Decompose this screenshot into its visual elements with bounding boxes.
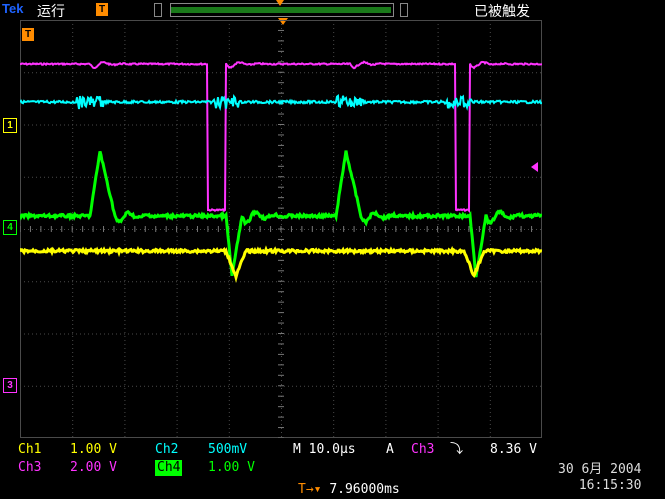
top-status-bar: Tek 运行 T 已被触发 (0, 0, 665, 20)
ch2-trace (20, 93, 542, 112)
time-label: 16:15:30 (578, 478, 642, 493)
waveform-display (20, 20, 542, 438)
trigger-level-marker-icon (531, 162, 538, 172)
ch1-scale[interactable]: 1.00 V (70, 442, 117, 458)
trigger-level[interactable]: 8.36 V (490, 442, 537, 458)
record-trigger-pointer-icon (276, 0, 284, 6)
run-state-label: 运行 (37, 4, 65, 20)
record-left-bracket (154, 3, 162, 17)
ch4-trace (20, 150, 542, 278)
ch2-scale[interactable]: 500mV (208, 442, 247, 458)
ch1-label[interactable]: Ch1 (18, 442, 41, 458)
ch4-scale[interactable]: 1.00 V (208, 460, 255, 476)
ch4-label[interactable]: Ch4 (155, 460, 183, 476)
status-row-1: Ch1 1.00 V Ch2 500mV M 10.0µs A Ch3 ⤵ 8.… (18, 442, 658, 458)
ch1-marker[interactable]: 1 (3, 118, 17, 133)
trigger-position-readout[interactable]: T→▾ 7.96000ms (298, 482, 400, 497)
trigger-status-label: 已被触发 (474, 4, 530, 20)
date-label: 30 6月 2004 (558, 462, 642, 477)
trigger-marker-icon: T (22, 28, 34, 41)
falling-edge-icon: ⤵ (450, 442, 464, 457)
status-row-2: Ch3 2.00 V Ch4 1.00 V (18, 460, 318, 476)
trigger-mode: A (386, 442, 394, 457)
timebase-value[interactable]: M 10.0µs (293, 442, 356, 458)
trigger-source[interactable]: Ch3 (411, 442, 434, 458)
trigger-position-icon: T→▾ (298, 482, 322, 497)
trigger-position-badge: T (96, 3, 108, 16)
ch4-marker[interactable]: 4 (3, 220, 17, 235)
record-length-bar (170, 0, 394, 17)
ch2-label[interactable]: Ch2 (155, 442, 178, 458)
record-right-bracket (400, 3, 408, 17)
brand-logo: Tek (2, 1, 24, 16)
trigger-position-value: 7.96000ms (329, 482, 400, 497)
ch1-trace (20, 245, 542, 283)
ch3-label[interactable]: Ch3 (18, 460, 41, 476)
ch3-scale[interactable]: 2.00 V (70, 460, 117, 476)
graticule (20, 20, 542, 438)
record-window (171, 7, 391, 13)
ch3-marker[interactable]: 3 (3, 378, 17, 393)
datetime-display: 30 6月 2004 16:15:30 (558, 462, 641, 494)
